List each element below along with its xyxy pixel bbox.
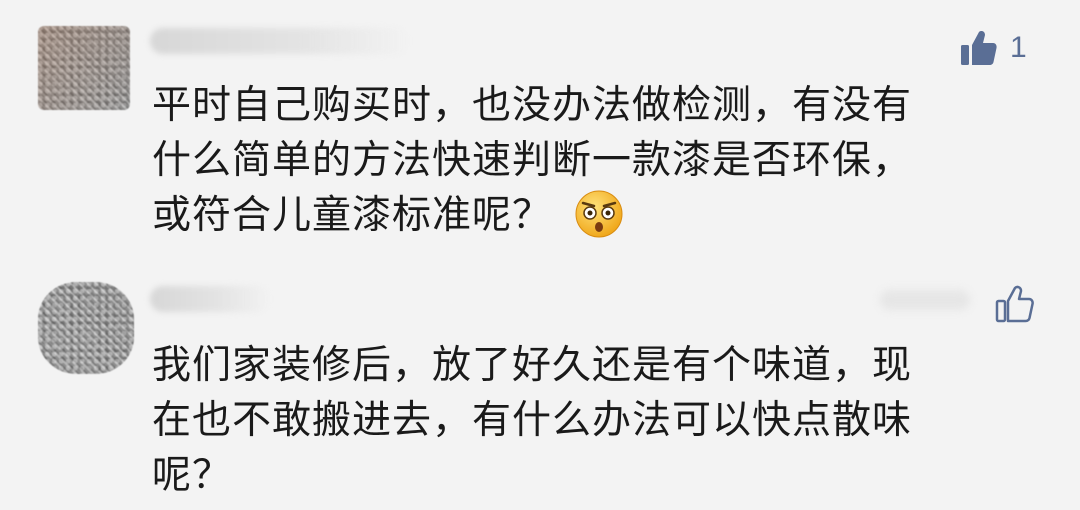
like-button[interactable]: 1 — [958, 28, 1027, 68]
comment-line: 平时自己购买时，也没办法做检测，有没有 — [152, 83, 913, 128]
shocked-face-emoji-icon — [575, 190, 623, 237]
comment-text: 平时自己购买时，也没办法做检测，有没有 什么简单的方法快速判断一款漆是否环保， … — [152, 78, 1012, 243]
thumbs-up-outline-icon — [995, 285, 1034, 323]
comment-item: 我们家装修后，放了好久还是有个味道，现 在也不敢搬进去，有什么办法可以快点散味 … — [0, 268, 1080, 510]
comment-line: 我们家装修后，放了好久还是有个味道，现 — [152, 343, 913, 388]
username-blurred[interactable] — [150, 28, 410, 54]
blurred-region — [880, 290, 970, 310]
username-blurred[interactable] — [150, 286, 270, 312]
comment-line-text: 或符合儿童漆标准呢？ — [152, 193, 553, 238]
thumbs-up-filled-icon — [961, 31, 997, 65]
comment-line: 什么简单的方法快速判断一款漆是否环保， — [152, 138, 913, 183]
avatar[interactable] — [38, 282, 134, 374]
like-count: 1 — [1010, 31, 1027, 64]
comment-text: 我们家装修后，放了好久还是有个味道，现 在也不敢搬进去，有什么办法可以快点散味 … — [152, 338, 1012, 503]
comment-line-last: 或符合儿童漆标准呢？ — [152, 188, 1012, 243]
like-button[interactable] — [994, 284, 1046, 324]
comment-line: 呢？ — [152, 453, 233, 498]
avatar[interactable] — [38, 26, 130, 110]
comment-item: 1 平时自己购买时，也没办法做检测，有没有 什么简单的方法快速判断一款漆是否环保… — [0, 0, 1080, 268]
comment-line: 在也不敢搬进去，有什么办法可以快点散味 — [152, 398, 913, 443]
